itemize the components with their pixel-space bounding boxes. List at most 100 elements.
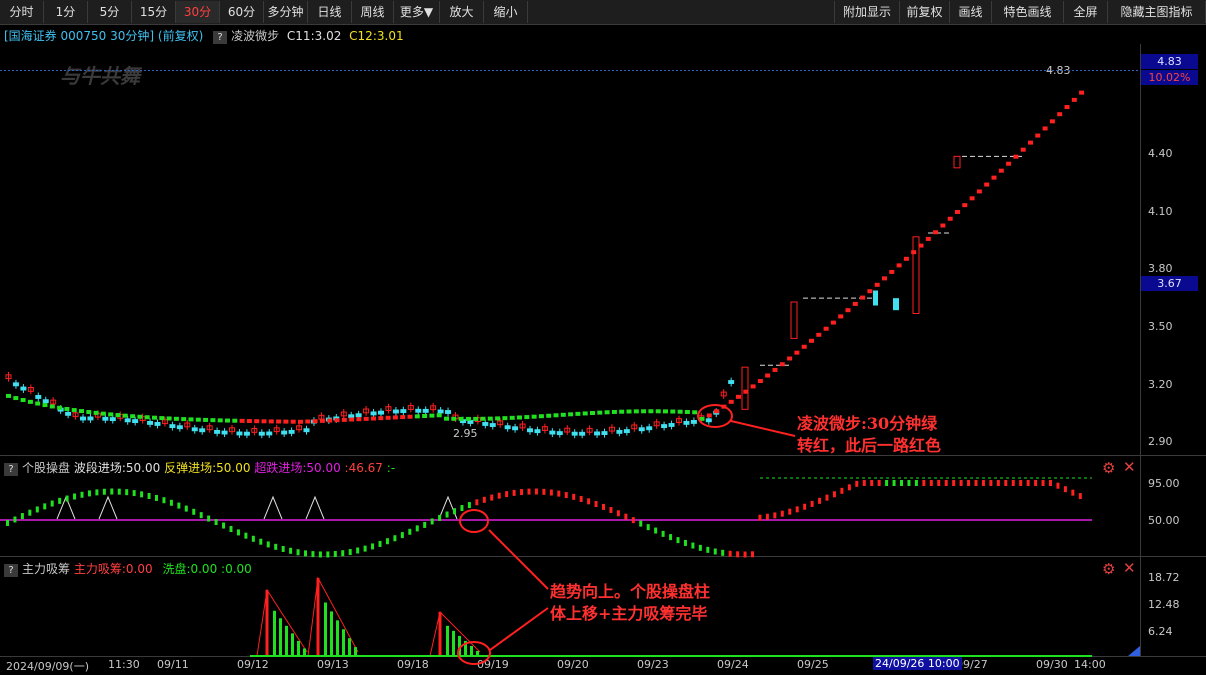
trend-dot [611, 409, 617, 414]
sub1-bar [400, 532, 404, 539]
candle-body [109, 417, 116, 422]
sub2-bar [324, 602, 327, 656]
sub1-bar [73, 493, 77, 500]
trend-dot [743, 389, 749, 394]
sub1-bar [959, 480, 963, 486]
trend-dot [115, 413, 121, 418]
sub1-bar [818, 497, 822, 504]
candle-body [683, 420, 690, 425]
sub1-bar [981, 480, 985, 486]
sub1-bar [6, 520, 9, 526]
sub1-bar [855, 480, 859, 487]
trend-dot [100, 411, 106, 416]
candle-body [489, 423, 496, 427]
sub1-bar [952, 480, 956, 486]
trend-dot [538, 414, 544, 419]
sub2-bar [291, 633, 294, 656]
sub1-bar [780, 510, 784, 517]
candle-body [556, 431, 563, 436]
trend-dot [750, 384, 756, 389]
trend-dot [422, 414, 428, 419]
sub2-bar [297, 640, 300, 656]
trend-dot [502, 416, 508, 421]
trend-dot [874, 282, 880, 287]
candle-body [549, 430, 556, 435]
candle-body [132, 419, 139, 424]
sub1-bar [35, 506, 39, 513]
expand-corner-icon[interactable] [1128, 646, 1140, 656]
sub1-bar [616, 510, 620, 517]
trend-dot [312, 419, 318, 424]
trend-dot [159, 416, 165, 421]
candle-body [638, 427, 645, 432]
candle-body [504, 425, 511, 430]
sub1-bar [534, 488, 538, 495]
sub1-bar [467, 502, 471, 509]
trend-dot [327, 418, 333, 423]
candle-body [705, 418, 712, 423]
sub1-bar [713, 548, 717, 555]
trend-dot [830, 320, 836, 325]
candle-body [214, 429, 221, 434]
trend-dot [582, 411, 588, 416]
trend-dot [93, 410, 99, 415]
candle-body [741, 366, 749, 410]
candle-body [616, 429, 623, 434]
trend-dot [130, 414, 136, 419]
trend-dot [684, 409, 690, 414]
trend-dot [998, 168, 1004, 173]
sub1-bar [460, 505, 464, 512]
trend-dot [984, 182, 990, 187]
candle-body [80, 416, 86, 421]
sub1-bar [65, 495, 69, 502]
trend-dot [451, 416, 457, 421]
trend-dot [1028, 140, 1033, 145]
sub1-bar [751, 551, 754, 558]
candle-body [191, 427, 198, 432]
sub1-bar [624, 513, 628, 520]
sub1-bar [304, 550, 307, 557]
sub1-bar [557, 490, 561, 497]
sub1-bar [326, 551, 330, 558]
annotation-arrow [730, 420, 796, 437]
sub1-bar [609, 507, 613, 514]
trend-dot [203, 417, 209, 422]
sub1-bar [676, 537, 680, 544]
sub1-bar [356, 547, 360, 554]
sub1-bar [132, 490, 136, 497]
sub1-bar [862, 480, 866, 486]
candle-body [258, 431, 265, 436]
sub1-bar [1056, 482, 1060, 489]
sub1-bar [810, 500, 814, 507]
trend-dot [42, 403, 48, 408]
candle-body [221, 430, 228, 435]
candle-body [579, 431, 586, 436]
sub1-bar [192, 508, 196, 515]
sub1-bar [1034, 480, 1038, 486]
sub1-bar [20, 513, 24, 520]
trend-dot [268, 419, 274, 424]
trend-dot [779, 362, 785, 367]
sub1-bar [1078, 493, 1082, 500]
sub1-bar [423, 521, 427, 528]
trend-dot [1006, 161, 1012, 166]
candle-body [169, 424, 176, 429]
sub1-bar [944, 480, 948, 486]
trend-dot [407, 414, 413, 419]
candle-body [437, 409, 444, 414]
sub1-bar [937, 480, 941, 486]
candle-body [661, 424, 668, 429]
sub1-bar [482, 496, 486, 503]
sub1-bar [1041, 480, 1045, 486]
sub1-bar [683, 539, 687, 546]
candle-body [65, 411, 72, 416]
sub1-bar [296, 549, 300, 556]
sub1-bar [832, 491, 836, 498]
trend-dot [35, 401, 41, 406]
trend-dot [444, 416, 449, 421]
trend-dot [57, 405, 63, 410]
sub1-bar [140, 491, 144, 498]
kline-chart[interactable] [0, 0, 1206, 675]
candle-body [20, 386, 27, 391]
trend-dot [319, 418, 325, 423]
